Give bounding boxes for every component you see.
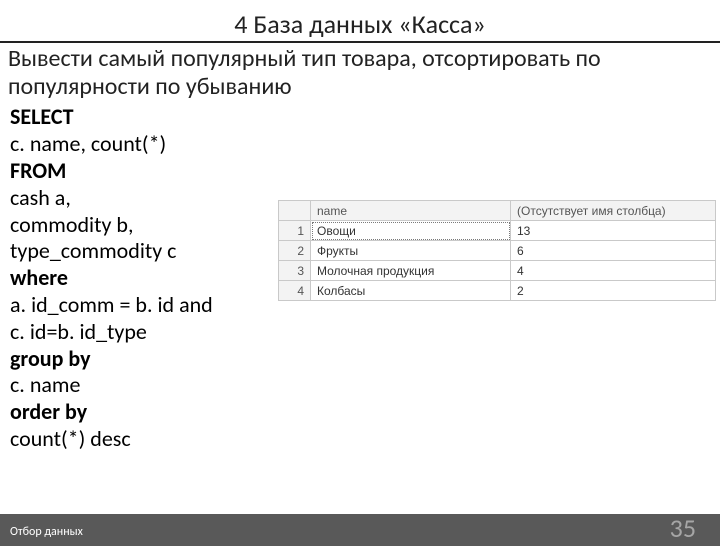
cell-count: 2 [511,281,716,301]
sql-line: order by [10,399,720,426]
cell-name: Овощи [311,221,511,241]
sql-line: SELECT [10,104,720,131]
slide: 4 База данных «Касса» Вывести самый попу… [0,6,720,546]
cell-name: Фрукты [311,241,511,261]
cell-rownum: 2 [279,241,311,261]
cell-count: 4 [511,261,716,281]
sql-line: FROM [10,158,720,185]
sql-line: group by [10,346,720,373]
cell-count: 13 [511,221,716,241]
title-rule: 4 База данных «Касса» [0,6,720,43]
sql-line: c. name [10,372,720,399]
col-count: (Отсутствует имя столбца) [511,201,716,221]
sql-line: c. id=b. id_type [10,319,720,346]
page-number: 35 [670,512,696,544]
table-header-row: name (Отсутствует имя столбца) [279,201,716,221]
cell-rownum: 3 [279,261,311,281]
cell-count: 6 [511,241,716,261]
footer-left: Отбор данных [10,525,83,539]
table-row: 2Фрукты6 [279,241,716,261]
cell-name: Молочная продукция [311,261,511,281]
cell-rownum: 1 [279,221,311,241]
table-row: 4Колбасы2 [279,281,716,301]
sql-line: c. name, count(*) [10,131,720,158]
footer-bar [0,514,720,546]
col-rownum [279,201,311,221]
table-row: 1Овощи13 [279,221,716,241]
col-name: name [311,201,511,221]
table-row: 3Молочная продукция4 [279,261,716,281]
cell-rownum: 4 [279,281,311,301]
sql-line: count(*) desc [10,426,720,453]
result-table: name (Отсутствует имя столбца) 1Овощи132… [278,200,716,301]
slide-title: 4 База данных «Касса» [0,6,720,41]
result-grid: name (Отсутствует имя столбца) 1Овощи132… [278,200,716,301]
cell-name: Колбасы [311,281,511,301]
task-text: Вывести самый популярный тип товара, отс… [0,43,720,100]
